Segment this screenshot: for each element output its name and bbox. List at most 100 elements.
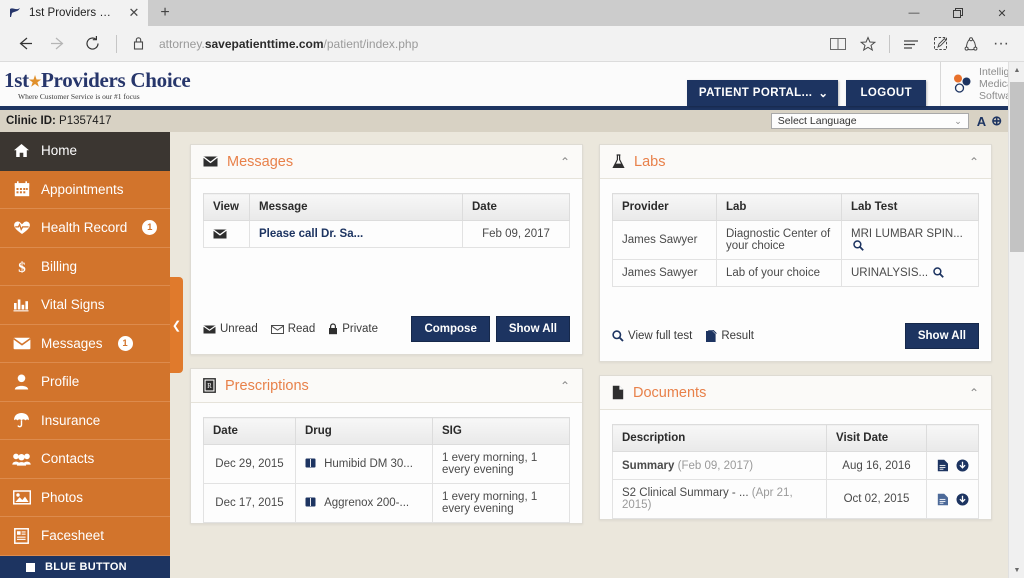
labs-show-all-button[interactable]: Show All — [904, 323, 979, 349]
chevron-up-icon[interactable]: ⌃ — [969, 155, 979, 169]
window-close-button[interactable]: ✕ — [980, 0, 1024, 26]
column-header: Description — [612, 424, 827, 452]
zoom-in-icon[interactable]: ⊕ — [991, 113, 1002, 129]
lab-test[interactable]: MRI LUMBAR SPIN... — [841, 220, 979, 260]
logout-button[interactable]: LOGOUT — [846, 80, 927, 106]
message-link[interactable]: Please call Dr. Sa... — [259, 228, 363, 240]
tab-close-icon[interactable]: ✕ — [126, 5, 142, 21]
document-description[interactable]: Summary (Feb 09, 2017) — [612, 451, 827, 480]
clinic-id-value: P1357417 — [59, 115, 112, 127]
document-icon — [612, 385, 624, 400]
scroll-down-arrow-icon[interactable]: ▼ — [1009, 562, 1024, 578]
labs-panel-body: Provider Lab Lab Test James Sawyer Diagn… — [600, 179, 991, 311]
language-select[interactable]: Select Language ⌄ — [770, 113, 969, 129]
sidebar-item-insurance[interactable]: Insurance — [0, 402, 170, 440]
magnifier-icon[interactable] — [928, 267, 945, 279]
labs-table: Provider Lab Lab Test James Sawyer Diagn… — [612, 193, 979, 287]
messages-footer-buttons: Compose Show All — [411, 316, 570, 342]
scrollbar-thumb[interactable] — [1010, 82, 1024, 252]
window-minimize-button[interactable]: — — [892, 0, 936, 26]
documents-panel-header: Documents ⌃ — [600, 376, 991, 410]
blue-button-square-icon — [26, 562, 35, 572]
prescription-drug[interactable]: Humibid DM 30... — [295, 444, 433, 484]
window-restore-button[interactable] — [936, 0, 980, 26]
prescriptions-panel-header: R Prescriptions ⌃ — [191, 369, 582, 403]
chevron-up-icon[interactable]: ⌃ — [969, 386, 979, 400]
messages-show-all-button[interactable]: Show All — [495, 316, 570, 342]
sidebar-item-appointments[interactable]: Appointments — [0, 171, 170, 209]
back-button[interactable] — [8, 29, 40, 59]
legend-result[interactable]: Result — [705, 329, 754, 343]
table-row[interactable]: Dec 29, 2015 Humibid DM 30... 1 every mo… — [203, 444, 570, 484]
document-description[interactable]: S2 Clinical Summary - ... (Apr 21, 2015) — [612, 479, 827, 519]
sidebar-item-contacts[interactable]: Contacts — [0, 440, 170, 479]
clinic-bar: Clinic ID: P1357417 Select Language ⌄ A … — [0, 110, 1024, 132]
page-scrollbar[interactable]: ▲ ▼ — [1008, 62, 1024, 578]
view-doc-icon[interactable] — [937, 459, 949, 472]
sidebar-item-messages[interactable]: Messages 1 — [0, 325, 170, 363]
document-name: S2 Clinical Summary - ... — [622, 487, 749, 499]
legend-unread: Unread — [203, 323, 258, 335]
sidebar-item-billing[interactable]: $ Billing — [0, 248, 170, 286]
browser-titlebar: 1st Providers Choice ✕ + — ✕ — [0, 0, 1024, 26]
sidebar-item-label: Vital Signs — [41, 297, 105, 313]
download-icon[interactable] — [956, 493, 969, 506]
documents-panel-body: Description Visit Date Summary (Feb 09, … — [600, 410, 991, 519]
forward-button[interactable] — [42, 29, 74, 59]
legend-view-full-test[interactable]: View full test — [612, 330, 692, 342]
compose-button[interactable]: Compose — [411, 316, 490, 342]
dashboard-grid: Messages ⌃ View Message Date Please call… — [190, 144, 992, 537]
new-tab-button[interactable]: + — [148, 0, 182, 26]
reading-view-icon[interactable] — [823, 29, 853, 59]
more-icon[interactable]: ··· — [986, 29, 1016, 59]
table-row[interactable]: Dec 17, 2015 Aggrenox 200-... 1 every mo… — [203, 483, 570, 523]
favorites-star-icon[interactable] — [853, 29, 883, 59]
message-view-cell[interactable] — [203, 220, 250, 248]
sidebar-item-home[interactable]: Home — [0, 132, 170, 171]
chevron-up-icon[interactable]: ⌃ — [560, 155, 570, 169]
share-icon[interactable] — [956, 29, 986, 59]
sidebar-item-health-record[interactable]: Health Record 1 — [0, 209, 170, 248]
table-header-row: Description Visit Date — [612, 424, 979, 452]
table-row[interactable]: Please call Dr. Sa... Feb 09, 2017 — [203, 220, 570, 248]
table-row[interactable]: James Sawyer Lab of your choice URINALYS… — [612, 259, 979, 287]
envelope-closed-icon — [203, 325, 216, 334]
site-logo[interactable]: 1st★Providers Choice Where Customer Serv… — [4, 67, 191, 101]
chevron-up-icon[interactable]: ⌃ — [560, 379, 570, 393]
logo-pre: 1st — [4, 67, 29, 92]
document-actions-cell — [926, 479, 979, 519]
ims-dots-icon — [951, 73, 973, 95]
download-icon[interactable] — [956, 459, 969, 472]
font-size-icon[interactable]: A — [977, 114, 986, 129]
magnifier-icon[interactable] — [851, 240, 864, 252]
sidebar-item-photos[interactable]: Photos — [0, 479, 170, 517]
column-header: View — [203, 193, 250, 221]
address-bar[interactable]: attorney.savepatienttime.com/patient/ind… — [153, 37, 821, 51]
sidebar-item-vital-signs[interactable]: Vital Signs — [0, 286, 170, 325]
svg-text:R: R — [207, 382, 212, 390]
table-row[interactable]: S2 Clinical Summary - ... (Apr 21, 2015)… — [612, 479, 979, 519]
column-header — [926, 424, 979, 452]
sidebar-badge: 1 — [142, 220, 158, 236]
sidebar-item-profile[interactable]: Profile — [0, 363, 170, 402]
flask-icon — [612, 154, 625, 169]
messages-panel-header: Messages ⌃ — [191, 145, 582, 179]
view-doc-icon[interactable] — [937, 493, 949, 506]
scroll-up-arrow-icon[interactable]: ▲ — [1009, 62, 1024, 78]
browser-tab[interactable]: 1st Providers Choice ✕ — [0, 0, 148, 26]
hub-icon[interactable] — [896, 29, 926, 59]
prescription-drug[interactable]: Aggrenox 200-... — [295, 483, 433, 523]
web-note-icon[interactable] — [926, 29, 956, 59]
table-row[interactable]: Summary (Feb 09, 2017) Aug 16, 2016 — [612, 451, 979, 480]
message-subject-cell[interactable]: Please call Dr. Sa... — [249, 220, 463, 248]
refresh-button[interactable] — [76, 29, 108, 59]
lab-test[interactable]: URINALYSIS... — [841, 259, 979, 287]
patient-portal-button[interactable]: PATIENT PORTAL... ⌄ — [686, 80, 839, 106]
prescriptions-panel: R Prescriptions ⌃ Date Drug SIG Dec 29, … — [190, 368, 583, 524]
blue-button-nav[interactable]: BLUE BUTTON — [0, 556, 170, 578]
sidebar-item-label: Billing — [41, 258, 78, 274]
table-row[interactable]: James Sawyer Diagnostic Center of your c… — [612, 220, 979, 260]
magnifier-icon — [612, 330, 624, 342]
sidebar-item-facesheet[interactable]: Facesheet — [0, 517, 170, 556]
sidebar-collapse-handle[interactable]: ❮ — [170, 277, 183, 373]
